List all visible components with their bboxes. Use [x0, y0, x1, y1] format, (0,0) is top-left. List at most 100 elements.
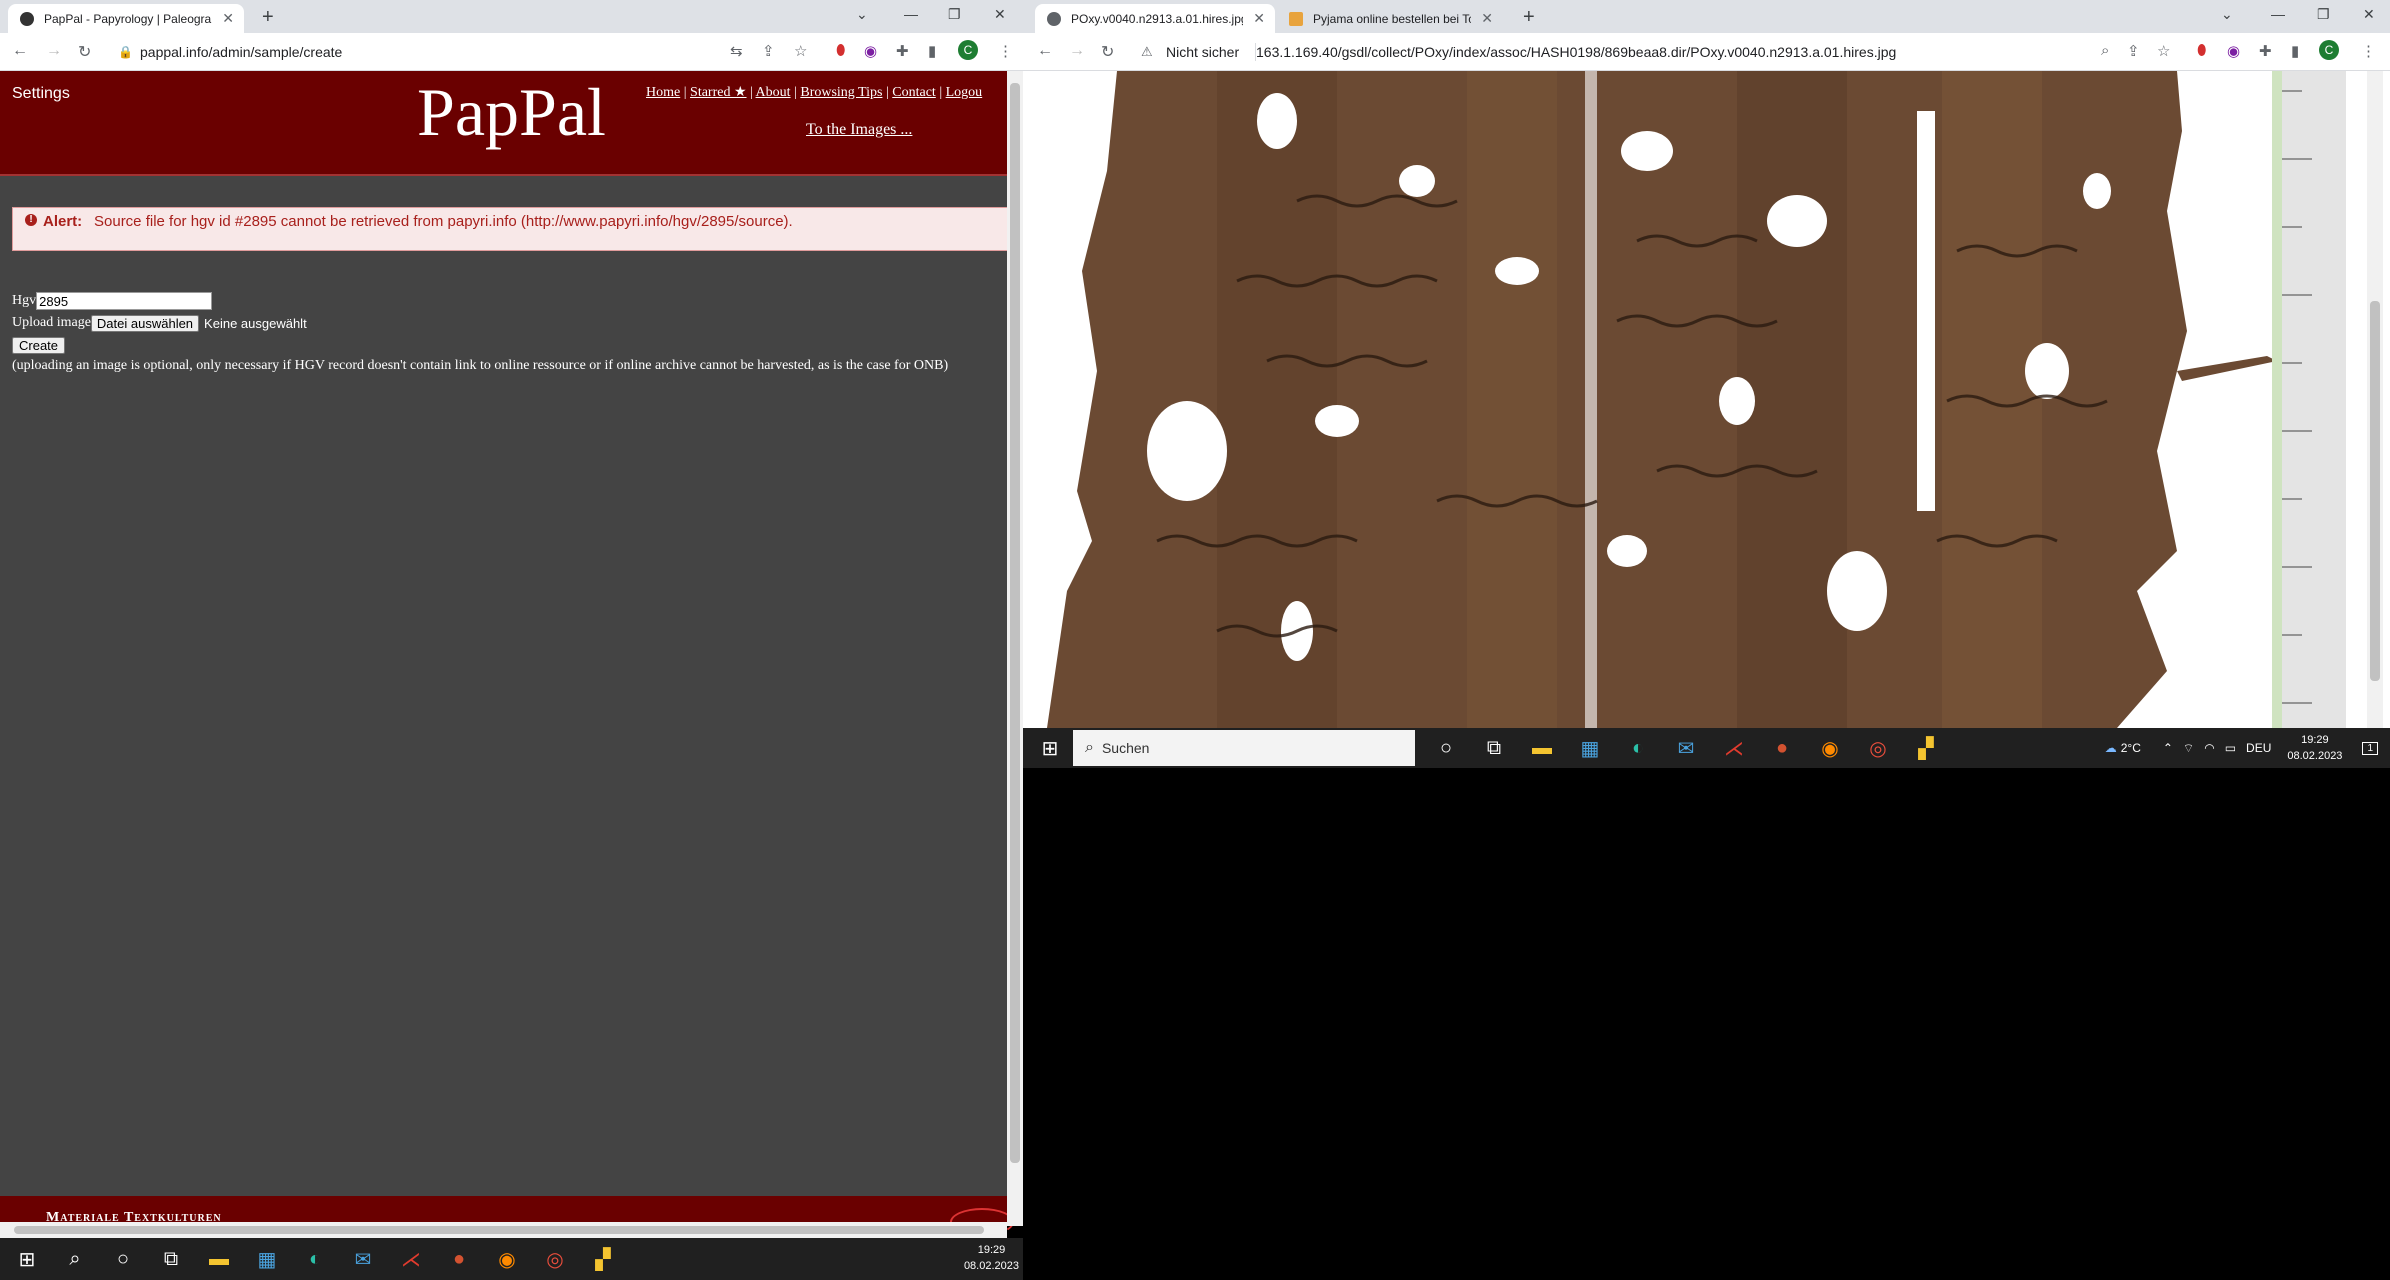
firefox-icon[interactable]: ◉: [492, 1244, 522, 1274]
acrobat-icon[interactable]: ⋌: [1719, 733, 1749, 763]
edge-icon[interactable]: ◐: [1623, 733, 1653, 763]
acrobat-icon[interactable]: ⋌: [396, 1244, 426, 1274]
tab-image[interactable]: POxy.v0040.n2913.a.01.hires.jpg ✕: [1035, 4, 1275, 33]
star-icon[interactable]: ☆: [2157, 42, 2170, 60]
forward-icon[interactable]: →: [46, 42, 62, 60]
menu-icon[interactable]: ⋮: [998, 42, 1013, 60]
menu-icon[interactable]: ⋮: [2361, 42, 2376, 60]
close-icon[interactable]: ✕: [1481, 10, 1493, 27]
avatar[interactable]: C: [2319, 40, 2339, 60]
taskbar-search[interactable]: ⌕ Suchen: [1073, 730, 1415, 766]
file-explorer-icon[interactable]: ▬: [1527, 733, 1557, 763]
chrome-icon[interactable]: ◎: [540, 1244, 570, 1274]
nav-browsing-tips[interactable]: Browsing Tips: [800, 85, 882, 100]
nav-contact[interactable]: Contact: [892, 85, 936, 100]
powerpoint-icon[interactable]: ●: [444, 1244, 474, 1274]
sidepanel-icon[interactable]: ▮: [928, 42, 936, 60]
horizontal-scrollbar[interactable]: [0, 1222, 1007, 1238]
url-field[interactable]: 163.1.169.40/gsdl/collect/POxy/index/ass…: [1256, 44, 1896, 60]
task-view-icon[interactable]: ⧉: [156, 1244, 186, 1274]
new-tab-button[interactable]: +: [1523, 6, 1535, 29]
sidepanel-icon[interactable]: ▮: [2291, 42, 2299, 60]
hgv-input[interactable]: [36, 292, 213, 310]
restore-button[interactable]: ❐: [2317, 6, 2330, 23]
chevron-down-icon[interactable]: ⌄: [2221, 6, 2233, 23]
new-tab-button[interactable]: +: [262, 6, 274, 29]
nav-logout[interactable]: Logou: [946, 85, 983, 100]
puzzle-icon[interactable]: ✚: [2259, 42, 2272, 60]
reload-icon[interactable]: ↻: [78, 42, 91, 62]
firefox-icon[interactable]: ◉: [1815, 733, 1845, 763]
scrollbar-thumb[interactable]: [1010, 83, 1020, 1163]
back-icon[interactable]: ←: [12, 42, 28, 60]
search-icon[interactable]: ⌕: [60, 1244, 90, 1274]
star-icon[interactable]: ☆: [794, 42, 807, 60]
nav-starred[interactable]: Starred ★: [690, 85, 746, 100]
weather-temp[interactable]: 2°C: [2121, 741, 2141, 755]
edge-icon[interactable]: ◐: [300, 1244, 330, 1274]
security-label[interactable]: Nicht sicher: [1166, 44, 1239, 60]
cortana-icon[interactable]: ○: [1431, 733, 1461, 763]
globe-icon: [1047, 11, 1061, 26]
battery-icon[interactable]: ▭: [2225, 741, 2236, 755]
to-images-link[interactable]: To the Images ...: [806, 121, 912, 139]
close-icon[interactable]: ✕: [222, 10, 234, 27]
close-window-button[interactable]: ✕: [994, 6, 1006, 23]
mail-icon[interactable]: ✉: [1671, 733, 1701, 763]
papyrus-image[interactable]: [1037, 71, 2390, 728]
nav-about[interactable]: About: [756, 85, 791, 100]
notes-icon[interactable]: ▞: [1911, 733, 1941, 763]
alert-label: Alert:: [43, 213, 83, 230]
extension-icon[interactable]: ⬮: [2197, 42, 2206, 59]
url-field[interactable]: pappal.info/admin/sample/create: [140, 44, 342, 60]
windows-start-icon[interactable]: ⊞: [1035, 733, 1065, 763]
task-view-icon[interactable]: ⧉: [1479, 733, 1509, 763]
translate-icon[interactable]: ⇆: [730, 42, 743, 60]
tab-pyjama[interactable]: Pyjama online bestellen bei Tchi ✕: [1277, 4, 1503, 33]
scrollbar-thumb[interactable]: [14, 1226, 984, 1234]
create-button[interactable]: Create: [12, 336, 66, 354]
restore-button[interactable]: ❐: [948, 6, 961, 23]
extension-icon[interactable]: ◉: [864, 42, 877, 60]
share-icon[interactable]: ⇪: [2127, 42, 2140, 60]
windows-start-icon[interactable]: ⊞: [12, 1244, 42, 1274]
time: 19:29: [977, 1244, 1006, 1256]
language[interactable]: DEU: [2246, 741, 2271, 755]
extension-icon[interactable]: ⬮: [836, 42, 845, 59]
share-icon[interactable]: ⇪: [762, 42, 775, 60]
extension-icon[interactable]: ◉: [2227, 42, 2240, 60]
notification-badge[interactable]: 1: [2362, 741, 2378, 755]
clock[interactable]: 19:29 08.02.2023: [964, 1242, 1019, 1274]
chevron-down-icon[interactable]: ⌄: [856, 6, 868, 23]
settings-link[interactable]: Settings: [12, 85, 70, 103]
store-icon[interactable]: ▦: [252, 1244, 282, 1274]
pappal-logo[interactable]: PapPal: [417, 73, 606, 152]
close-window-button[interactable]: ✕: [2363, 6, 2375, 23]
nav-home[interactable]: Home: [646, 85, 680, 100]
minimize-button[interactable]: —: [2271, 6, 2285, 22]
store-icon[interactable]: ▦: [1575, 733, 1605, 763]
chrome-icon[interactable]: ◎: [1863, 733, 1893, 763]
powerpoint-icon[interactable]: ●: [1767, 733, 1797, 763]
puzzle-icon[interactable]: ✚: [896, 42, 909, 60]
tab-pappal[interactable]: PapPal - Papyrology | Paleograph ✕: [8, 4, 244, 33]
notes-icon[interactable]: ▞: [588, 1244, 618, 1274]
vertical-scrollbar[interactable]: [1007, 71, 1023, 1226]
close-icon[interactable]: ✕: [1253, 10, 1265, 27]
zoom-icon[interactable]: ⌕: [2101, 42, 2109, 59]
file-choose-button[interactable]: Datei auswählen: [90, 314, 200, 332]
tab-title: POxy.v0040.n2913.a.01.hires.jpg: [1071, 11, 1244, 26]
mail-icon[interactable]: ✉: [348, 1244, 378, 1274]
clock[interactable]: 19:29 08.02.2023: [2287, 732, 2342, 764]
back-icon[interactable]: ←: [1037, 42, 1053, 60]
forward-icon[interactable]: →: [1069, 42, 1085, 60]
network-icon[interactable]: ⌔: [2183, 741, 2194, 756]
wifi-icon[interactable]: ◠: [2204, 741, 2214, 755]
reload-icon[interactable]: ↻: [1101, 42, 1114, 62]
minimize-button[interactable]: —: [904, 6, 918, 22]
avatar[interactable]: C: [958, 40, 978, 60]
chevron-up-icon[interactable]: ⌃: [2163, 741, 2173, 755]
file-explorer-icon[interactable]: ▬: [204, 1244, 234, 1274]
weather-icon[interactable]: ☁: [2105, 741, 2117, 755]
cortana-icon[interactable]: ○: [108, 1244, 138, 1274]
